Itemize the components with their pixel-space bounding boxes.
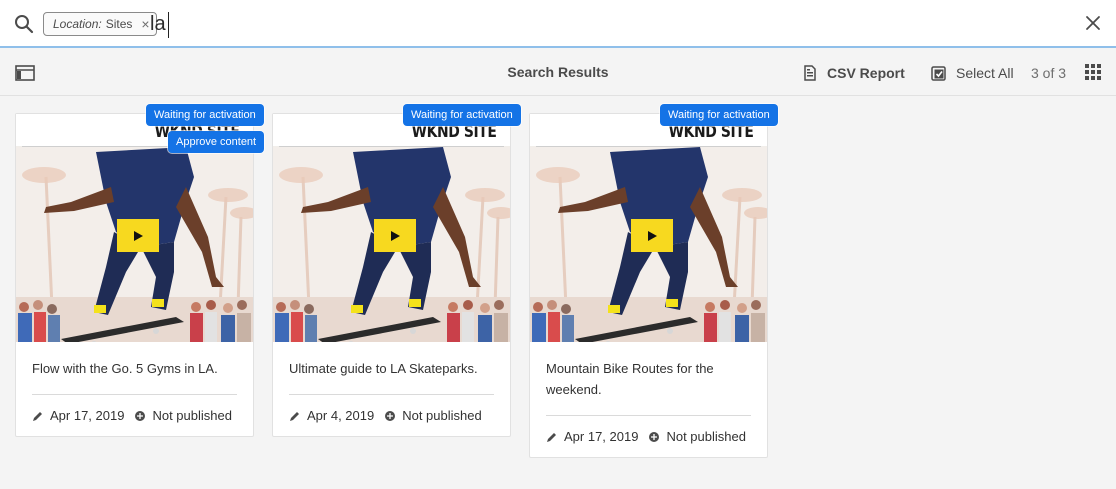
play-button[interactable] bbox=[117, 219, 159, 252]
search-input[interactable] bbox=[150, 10, 1050, 38]
text-caret bbox=[168, 12, 169, 38]
modified-date: Apr 17, 2019 bbox=[564, 429, 639, 444]
location-filter-tag[interactable]: Location: Sites × bbox=[43, 12, 157, 36]
card-meta: Apr 17, 2019 Not published bbox=[530, 416, 767, 457]
card-meta: Apr 17, 2019 Not published bbox=[16, 395, 253, 436]
publish-status: Not published bbox=[152, 408, 232, 423]
tag-value: Sites bbox=[105, 17, 133, 31]
card-title: Mountain Bike Routes for the weekend. bbox=[546, 361, 714, 397]
action-bar: Search Results CSV Report Select All 3 o… bbox=[0, 50, 1116, 96]
card-title: Ultimate guide to LA Skateparks. bbox=[289, 361, 478, 376]
csv-report-button[interactable]: CSV Report bbox=[803, 62, 905, 84]
select-all-label: Select All bbox=[956, 65, 1014, 81]
card-thumbnail: WKND SITE bbox=[530, 114, 767, 342]
pencil-icon bbox=[547, 432, 556, 442]
result-count: 3 of 3 bbox=[1031, 65, 1067, 81]
play-icon bbox=[391, 230, 400, 241]
card-title: Flow with the Go. 5 Gyms in LA. bbox=[32, 361, 218, 376]
workflow-badge-waiting: Waiting for activation bbox=[660, 104, 778, 126]
workflow-badge-waiting: Waiting for activation bbox=[146, 104, 264, 126]
card-mountain-bike-routes[interactable]: WKND SITE Mountain Bike Routes for the w… bbox=[529, 113, 768, 458]
card-meta: Apr 4, 2019 Not published bbox=[273, 395, 510, 436]
play-button[interactable] bbox=[374, 219, 416, 252]
tag-key: Location: bbox=[53, 17, 102, 31]
search-bar: Location: Sites × bbox=[0, 0, 1116, 48]
play-icon bbox=[134, 230, 143, 241]
search-icon bbox=[15, 15, 34, 34]
publish-status: Not published bbox=[666, 429, 746, 444]
select-all-icon bbox=[931, 66, 946, 81]
csv-report-icon bbox=[804, 65, 816, 81]
card-ultimate-guide-skateparks[interactable]: WKND SITE Ultimate guide to LA Skatepark… bbox=[272, 113, 511, 437]
close-icon[interactable] bbox=[1084, 14, 1102, 32]
pencil-icon bbox=[290, 411, 299, 421]
csv-report-label: CSV Report bbox=[827, 65, 905, 81]
publish-status-icon bbox=[649, 431, 660, 442]
publish-status-icon bbox=[385, 410, 396, 421]
play-icon bbox=[648, 230, 657, 241]
card-flow-with-the-go[interactable]: WKND SITE Flow with the Go. 5 Gyms in LA… bbox=[15, 113, 254, 437]
card-thumbnail: WKND SITE bbox=[273, 114, 510, 342]
workflow-badge-waiting: Waiting for activation bbox=[403, 104, 521, 126]
pencil-icon bbox=[33, 411, 42, 421]
remove-tag-icon[interactable]: × bbox=[141, 17, 149, 31]
publish-status-icon bbox=[135, 410, 146, 421]
play-button[interactable] bbox=[631, 219, 673, 252]
select-all-button[interactable]: Select All bbox=[931, 62, 1014, 84]
modified-date: Apr 17, 2019 bbox=[50, 408, 125, 423]
card-view-icon[interactable] bbox=[1085, 64, 1101, 80]
publish-status: Not published bbox=[402, 408, 482, 423]
modified-date: Apr 4, 2019 bbox=[307, 408, 375, 423]
workflow-badge-approve: Approve content bbox=[168, 131, 265, 153]
